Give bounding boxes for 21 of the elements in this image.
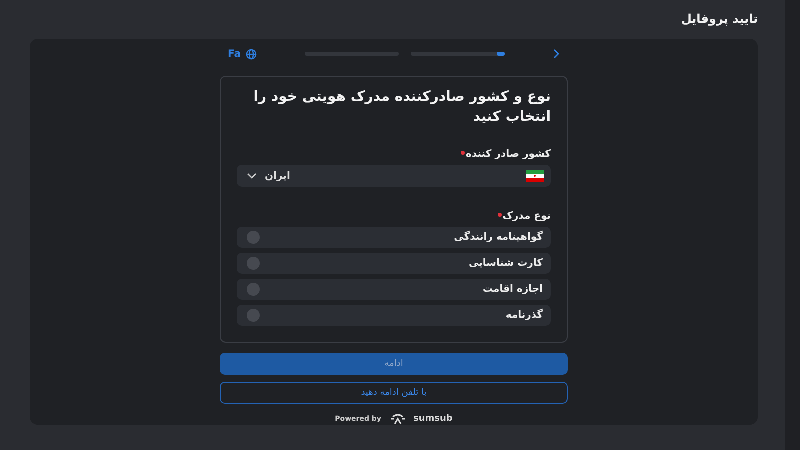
chevron-right-icon[interactable]	[553, 49, 560, 59]
country-select[interactable]: ایران	[237, 165, 551, 187]
radio-button[interactable]	[247, 283, 260, 296]
document-option[interactable]: گذرنامه	[237, 305, 551, 326]
form-title: نوع و کشور صادرکننده مدرک هویتی خود را انتخاب کنید	[252, 88, 551, 127]
field-label: نوع مدرک	[502, 211, 551, 222]
radio-button[interactable]	[247, 231, 260, 244]
flag-icon	[526, 170, 544, 182]
document-option[interactable]: گواهینامه رانندگی	[237, 227, 551, 248]
radio-button[interactable]	[247, 257, 260, 270]
logo-icon	[390, 413, 406, 425]
radio-button[interactable]	[247, 309, 260, 322]
phone-button[interactable]: با تلفن ادامه دهید	[220, 382, 568, 404]
page-title: تایید پروفایل	[681, 12, 758, 26]
language-toggle[interactable]: Fa	[228, 48, 241, 60]
document-option[interactable]: اجازه اقامت	[237, 279, 551, 300]
document-option[interactable]: کارت شناسایی	[237, 253, 551, 274]
field-label: کشور صادر کننده	[466, 149, 551, 160]
globe-icon[interactable]	[246, 48, 257, 60]
chevron-down-icon	[247, 173, 257, 179]
brand-name: sumsub	[414, 414, 453, 424]
